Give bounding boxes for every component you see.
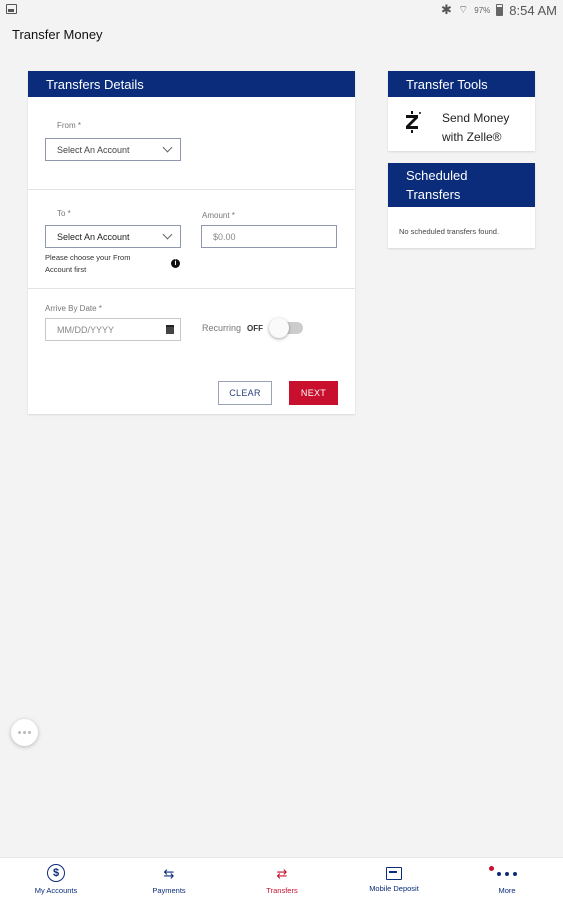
transfer-details-title: Transfers Details xyxy=(28,71,355,97)
clock: 8:54 AM xyxy=(509,2,557,18)
zelle-icon[interactable] xyxy=(404,111,421,133)
dot xyxy=(28,731,31,734)
nav-label: Payments xyxy=(152,886,186,895)
swap-arrows-icon: ⇆ xyxy=(163,866,175,881)
from-account-select[interactable]: Select An Account xyxy=(45,138,181,161)
to-help-text: Please choose your From Account first xyxy=(45,253,131,274)
nav-label: Transfers xyxy=(266,886,298,895)
from-account-value: Select An Account xyxy=(57,144,130,155)
nav-my-accounts[interactable]: $ My Accounts xyxy=(0,858,112,900)
nav-more[interactable]: More xyxy=(451,858,563,900)
from-section: From * Select An Account xyxy=(28,97,355,189)
amount-input[interactable]: $0.00 xyxy=(201,225,337,248)
page-title: Transfer Money xyxy=(12,27,103,42)
scheduled-empty-message: No scheduled transfers found. xyxy=(399,227,500,236)
date-placeholder: MM/DD/YYYY xyxy=(57,324,115,335)
notification-badge xyxy=(489,866,494,871)
amount-placeholder: $0.00 xyxy=(213,231,236,242)
arrive-by-date-input[interactable]: MM/DD/YYYY xyxy=(45,318,181,341)
battery-percent: 97% xyxy=(474,5,491,15)
info-icon[interactable]: i xyxy=(171,259,180,268)
clear-button[interactable]: CLEAR xyxy=(218,381,272,405)
toggle-knob xyxy=(269,318,290,338)
to-account-value: Select An Account xyxy=(57,231,130,242)
nav-label: More xyxy=(498,886,516,895)
to-amount-section: To * Select An Account Please choose you… xyxy=(28,189,355,288)
bottom-nav: $ My Accounts ⇆ Payments ⇄ Transfers Mob… xyxy=(0,857,563,900)
arrive-by-label: Arrive By Date * xyxy=(45,304,102,313)
wifi-icon: ⌔ xyxy=(457,4,469,16)
chevron-down-icon xyxy=(162,229,173,240)
next-button[interactable]: NEXT xyxy=(289,381,338,405)
scheduled-transfers-title: Scheduled Transfers xyxy=(388,163,535,207)
to-label: To * xyxy=(57,209,71,218)
nav-label: My Accounts xyxy=(34,886,78,895)
dollar-circle-icon: $ xyxy=(47,864,65,882)
floating-menu-button[interactable] xyxy=(11,719,38,746)
date-recurring-section: Arrive By Date * MM/DD/YYYY Recurring OF… xyxy=(28,288,355,414)
nav-mobile-deposit[interactable]: Mobile Deposit xyxy=(338,858,450,900)
from-label: From * xyxy=(57,121,81,130)
bluetooth-icon: ✱ xyxy=(441,2,452,17)
dot xyxy=(23,731,26,734)
zelle-line-2: with Zelle® xyxy=(442,130,502,144)
recurring-label: Recurring xyxy=(202,323,242,333)
mobile-deposit-icon xyxy=(386,867,402,880)
scheduled-transfers-panel: Scheduled Transfers No scheduled transfe… xyxy=(388,163,535,248)
nav-payments[interactable]: ⇆ Payments xyxy=(113,858,225,900)
calendar-icon[interactable] xyxy=(166,325,174,334)
recurring-toggle[interactable] xyxy=(269,318,305,338)
more-dots-icon xyxy=(497,872,517,882)
dot xyxy=(18,731,21,734)
zelle-line-1: Send Money xyxy=(442,111,510,125)
recurring-state: OFF xyxy=(247,323,264,333)
nav-label: Mobile Deposit xyxy=(369,884,419,893)
nav-transfers[interactable]: ⇄ Transfers xyxy=(226,858,338,900)
transfer-tools-panel: Transfer Tools Send Money with Zelle® xyxy=(388,71,535,151)
amount-label: Amount * xyxy=(202,211,235,220)
transfer-arrows-icon: ⇄ xyxy=(276,866,288,881)
status-bar: ✱ ⌔ 97% 8:54 AM xyxy=(0,0,563,20)
screenshot-icon xyxy=(6,4,17,14)
chevron-down-icon xyxy=(162,142,173,153)
transfer-tools-title: Transfer Tools xyxy=(388,71,535,97)
scheduled-title-line-2: Transfers xyxy=(406,187,461,202)
battery-icon xyxy=(496,4,504,16)
zelle-link[interactable]: Send Money with Zelle® xyxy=(442,109,509,147)
to-account-select[interactable]: Select An Account xyxy=(45,225,181,248)
transfer-details-panel: Transfers Details From * Select An Accou… xyxy=(28,71,355,414)
scheduled-title-line-1: Scheduled xyxy=(406,168,468,183)
recurring-row: Recurring OFF xyxy=(202,318,305,338)
